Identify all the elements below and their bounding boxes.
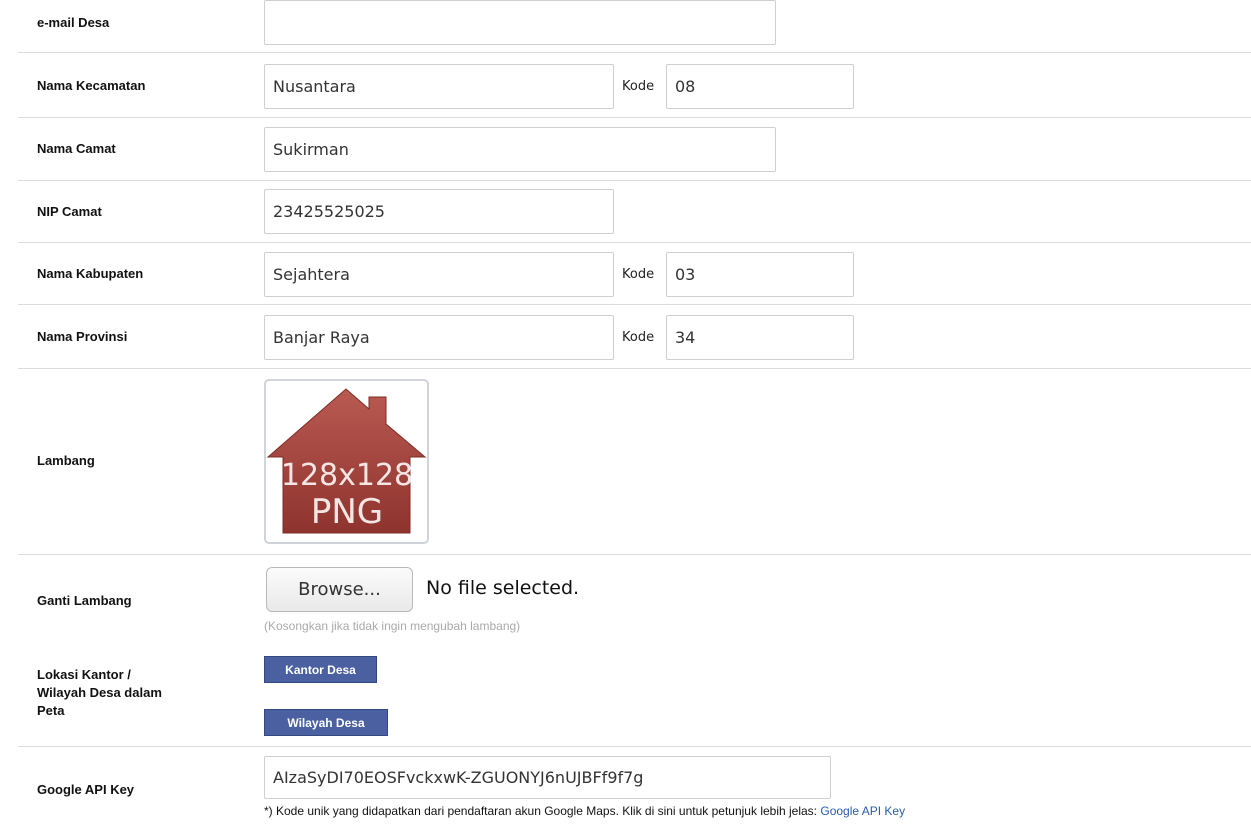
- nama-kecamatan-label: Nama Kecamatan: [37, 78, 146, 93]
- kode-kecamatan-input[interactable]: 08: [666, 64, 854, 109]
- lokasi-label-line2: Wilayah Desa dalam: [37, 685, 162, 700]
- house-png-icon: 128x128 PNG: [266, 388, 427, 534]
- nama-camat-label: Nama Camat: [37, 141, 116, 156]
- email-desa-input[interactable]: [264, 0, 776, 45]
- lambang-image-line1: 128x128: [281, 458, 413, 493]
- google-api-key-note: *) Kode unik yang didapatkan dari pendaf…: [264, 804, 905, 818]
- lambang-image: 128x128 PNG: [264, 379, 429, 544]
- row-divider: [18, 117, 1251, 118]
- row-divider: [18, 180, 1251, 181]
- settings-form: e-mail Desa Nama Kecamatan Nusantara Kod…: [0, 0, 1251, 829]
- lambang-image-line2: PNG: [311, 492, 383, 532]
- kode-provinsi-input[interactable]: 34: [666, 315, 854, 360]
- nama-kabupaten-label: Nama Kabupaten: [37, 266, 144, 281]
- lambang-label: Lambang: [37, 453, 95, 468]
- email-desa-label: e-mail Desa: [37, 15, 110, 30]
- google-api-key-input[interactable]: AIzaSyDI70EOSFvckxwK-ZGUONYJ6nUJBFf9f7g: [264, 756, 831, 799]
- file-status-text: No file selected.: [426, 577, 580, 599]
- ganti-lambang-label: Ganti Lambang: [37, 593, 132, 608]
- google-api-key-label: Google API Key: [37, 782, 135, 797]
- nip-camat-label: NIP Camat: [37, 204, 102, 219]
- google-api-key-link[interactable]: Google API Key: [820, 804, 905, 818]
- nama-provinsi-input[interactable]: Banjar Raya: [264, 315, 614, 360]
- ganti-lambang-hint: (Kosongkan jika tidak ingin mengubah lam…: [264, 619, 521, 633]
- row-divider: [18, 746, 1251, 747]
- kode-kabupaten-input[interactable]: 03: [666, 252, 854, 297]
- nama-kecamatan-input[interactable]: Nusantara: [264, 64, 614, 109]
- nama-provinsi-label: Nama Provinsi: [37, 329, 128, 344]
- row-divider: [18, 304, 1251, 305]
- row-divider: [18, 52, 1251, 53]
- row-divider: [18, 242, 1251, 243]
- browse-button[interactable]: Browse...: [266, 567, 413, 612]
- kode-kecamatan-label: Kode: [622, 79, 655, 94]
- google-api-key-note-text: *) Kode unik yang didapatkan dari pendaf…: [264, 804, 821, 818]
- wilayah-desa-button[interactable]: Wilayah Desa: [264, 709, 388, 736]
- kode-kabupaten-label: Kode: [622, 267, 655, 282]
- row-divider: [18, 368, 1251, 369]
- lokasi-label-line3: Peta: [37, 703, 65, 718]
- lokasi-label-line1: Lokasi Kantor /: [37, 667, 131, 682]
- nama-kabupaten-input[interactable]: Sejahtera: [264, 252, 614, 297]
- nama-camat-input[interactable]: Sukirman: [264, 127, 776, 172]
- row-divider: [18, 554, 1251, 555]
- nip-camat-input[interactable]: 23425525025: [264, 189, 614, 234]
- kode-provinsi-label: Kode: [622, 330, 655, 345]
- kantor-desa-button[interactable]: Kantor Desa: [264, 656, 377, 683]
